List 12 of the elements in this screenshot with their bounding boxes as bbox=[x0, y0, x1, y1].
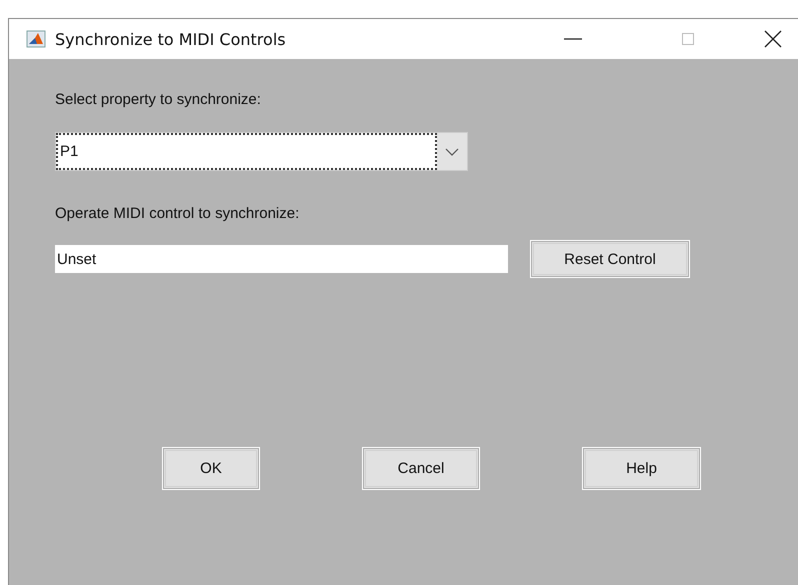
window-title: Synchronize to MIDI Controls bbox=[55, 30, 286, 48]
close-icon[interactable] bbox=[764, 30, 782, 48]
chevron-icon bbox=[445, 148, 459, 156]
help-button[interactable]: Help bbox=[582, 447, 701, 490]
control-field[interactable]: Unset bbox=[55, 245, 508, 273]
cancel-button[interactable]: Cancel bbox=[362, 447, 480, 490]
peak-icon bbox=[26, 29, 46, 49]
control-label: Operate MIDI control to synchronize: bbox=[55, 205, 300, 222]
reset-control-button[interactable]: Reset Control bbox=[530, 240, 690, 278]
ok-button[interactable]: OK bbox=[162, 447, 260, 490]
property-dropdown[interactable]: P1 bbox=[55, 132, 468, 171]
property-label: Select property to synchronize: bbox=[55, 91, 261, 108]
